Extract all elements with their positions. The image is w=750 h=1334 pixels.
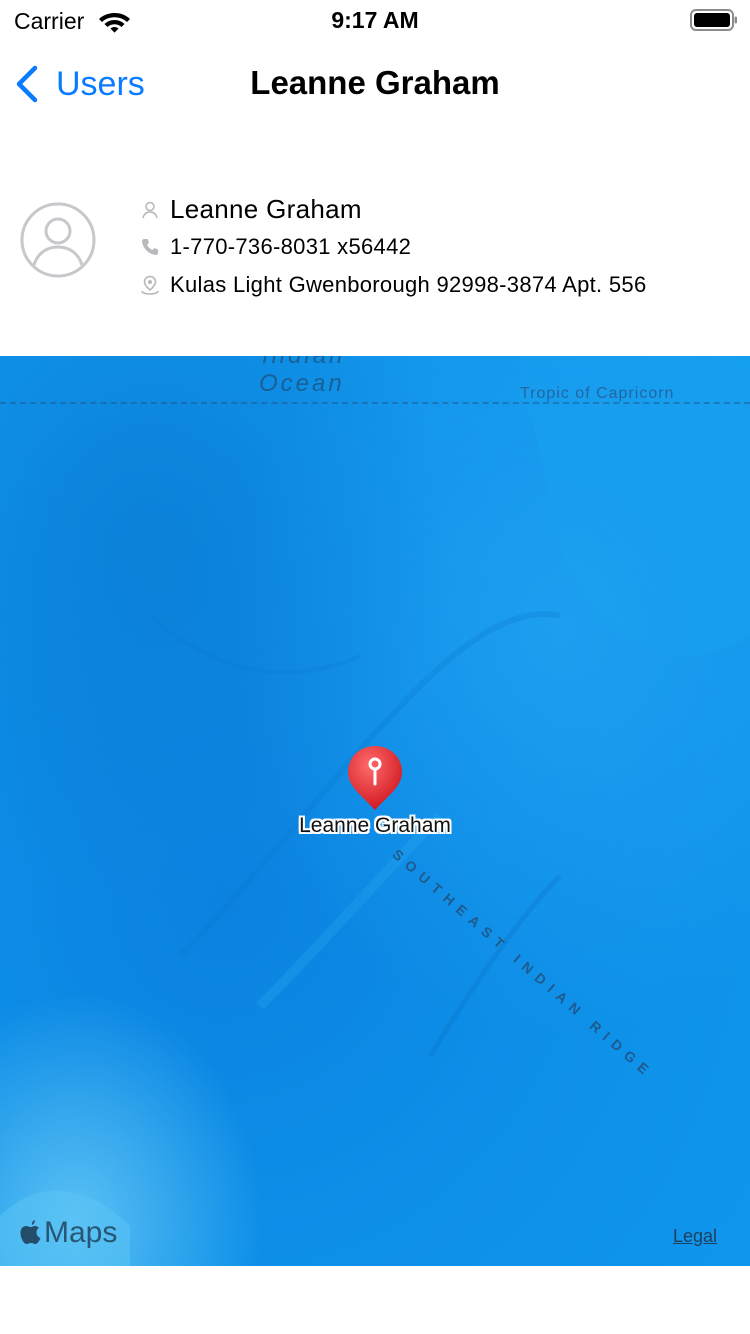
user-phone: 1-770-736-8031 x56442 [170,234,412,259]
user-phone-row: 1-770-736-8031 x56442 [140,234,411,260]
map-view[interactable]: Indian Ocean Tropic of Capricorn SOUTHEA… [0,356,750,1266]
user-address: Kulas Light Gwenborough 92998-3874 Apt. … [170,272,647,297]
phone-icon [142,239,158,255]
user-address-row: Kulas Light Gwenborough 92998-3874 Apt. … [140,272,646,298]
person-icon [142,201,158,218]
page-title: Leanne Graham [250,64,500,101]
legal-link[interactable]: Legal [673,1226,717,1247]
location-pin-icon [141,275,159,295]
navigation-bar: Users Leanne Graham [0,40,750,128]
maps-logo: Maps [20,1216,117,1250]
maps-brand-text: Maps [44,1216,118,1249]
ocean-label-partial: Indian [262,356,345,370]
apple-icon [20,1220,41,1244]
map-pin-icon[interactable] [346,744,404,812]
user-name-row: Leanne Graham [140,194,362,225]
map-pin-label[interactable]: Leanne Graham [290,814,460,838]
user-name: Leanne Graham [170,194,362,224]
ocean-label: Ocean [259,370,345,397]
user-profile: Leanne Graham 1-770-736-8031 x56442 Kula… [0,128,750,356]
tropic-label: Tropic of Capricorn [520,385,675,402]
person-circle-icon [20,202,96,278]
status-bar: Carrier 9:17 AM [0,0,750,40]
clock: 9:17 AM [331,7,419,33]
battery-icon [690,9,737,31]
